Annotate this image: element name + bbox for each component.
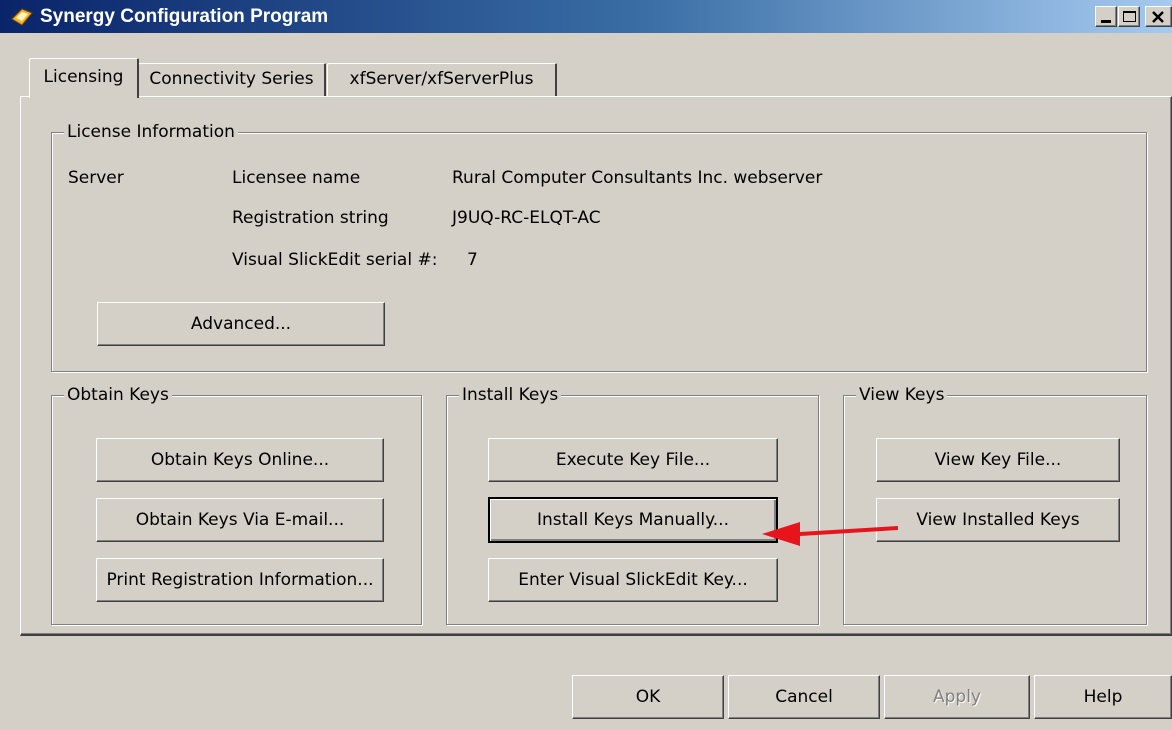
obtain-keys-group: Obtain Keys Obtain Keys Online... Obtain… bbox=[51, 384, 422, 625]
ok-button[interactable]: OK bbox=[572, 675, 724, 719]
maximize-icon bbox=[1123, 11, 1136, 22]
licensing-panel: License Information Server Licensee name… bbox=[20, 96, 1172, 636]
view-keys-group: View Keys View Key File... View Installe… bbox=[843, 384, 1147, 625]
view-key-file-button[interactable]: View Key File... bbox=[876, 438, 1120, 482]
license-information-label: License Information bbox=[64, 121, 238, 143]
view-keys-label: View Keys bbox=[856, 384, 948, 406]
red-arrow-annotation bbox=[762, 522, 898, 546]
install-keys-label: Install Keys bbox=[459, 384, 562, 406]
obtain-keys-label: Obtain Keys bbox=[64, 384, 172, 406]
slickedit-serial-label: Visual SlickEdit serial #: bbox=[232, 250, 438, 270]
tab-xfserver[interactable]: xfServer/xfServerPlus bbox=[327, 63, 557, 97]
registration-string-value: J9UQ-RC-ELQT-AC bbox=[452, 208, 601, 228]
help-button[interactable]: Help bbox=[1034, 675, 1172, 719]
enter-slickedit-key-button[interactable]: Enter Visual SlickEdit Key... bbox=[488, 558, 778, 602]
tab-licensing[interactable]: Licensing bbox=[29, 58, 139, 98]
window-title: Synergy Configuration Program bbox=[40, 6, 329, 27]
obtain-keys-email-button[interactable]: Obtain Keys Via E-mail... bbox=[96, 498, 384, 542]
server-label: Server bbox=[68, 168, 124, 188]
maximize-button[interactable] bbox=[1118, 6, 1140, 27]
close-button[interactable] bbox=[1145, 6, 1172, 27]
minimize-icon bbox=[1101, 20, 1111, 23]
obtain-keys-online-button[interactable]: Obtain Keys Online... bbox=[96, 438, 384, 482]
registration-string-label: Registration string bbox=[232, 208, 389, 228]
apply-button[interactable]: Apply bbox=[884, 675, 1030, 719]
advanced-button[interactable]: Advanced... bbox=[97, 302, 385, 346]
synergy-app-icon bbox=[11, 8, 33, 26]
license-information-group: License Information Server Licensee name… bbox=[51, 121, 1147, 372]
print-registration-button[interactable]: Print Registration Information... bbox=[96, 558, 384, 602]
view-installed-keys-button[interactable]: View Installed Keys bbox=[876, 498, 1120, 542]
licensee-name-label: Licensee name bbox=[232, 168, 361, 188]
slickedit-serial-value: 7 bbox=[467, 250, 478, 270]
licensee-name-value: Rural Computer Consultants Inc. webserve… bbox=[452, 168, 823, 188]
cancel-button[interactable]: Cancel bbox=[728, 675, 880, 719]
install-keys-group: Install Keys Execute Key File... Install… bbox=[446, 384, 819, 625]
close-icon bbox=[1152, 11, 1164, 23]
tab-connectivity-series[interactable]: Connectivity Series bbox=[138, 63, 326, 97]
install-keys-manually-button[interactable]: Install Keys Manually... bbox=[488, 497, 778, 543]
execute-key-file-button[interactable]: Execute Key File... bbox=[488, 438, 778, 482]
title-bar[interactable]: Synergy Configuration Program bbox=[0, 0, 1172, 33]
minimize-button[interactable] bbox=[1095, 6, 1117, 27]
